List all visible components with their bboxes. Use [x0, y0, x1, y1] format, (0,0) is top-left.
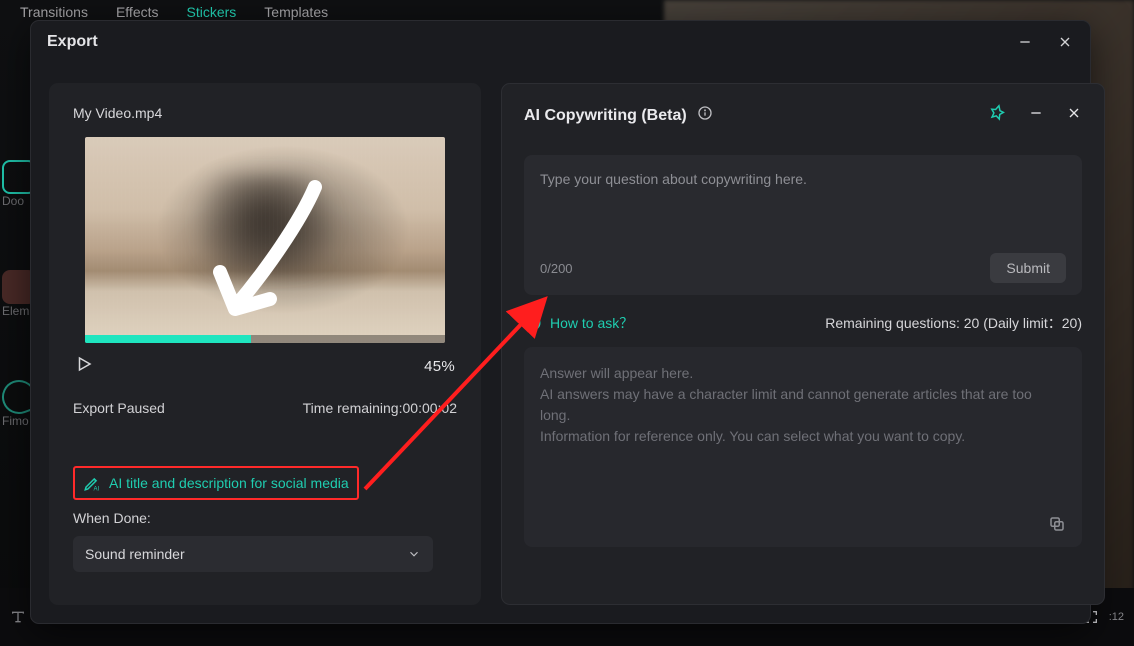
tab-transitions[interactable]: Transitions: [20, 4, 88, 20]
ai-close-button[interactable]: [1066, 105, 1082, 126]
ai-char-count: 0/200: [540, 261, 573, 276]
export-progress-track: [85, 335, 445, 343]
tab-effects[interactable]: Effects: [116, 4, 159, 20]
ai-prompt-input[interactable]: Type your question about copywriting her…: [524, 155, 1082, 295]
pin-button[interactable]: [988, 104, 1006, 127]
text-tool-icon[interactable]: [10, 609, 26, 625]
when-done-select[interactable]: Sound reminder: [73, 536, 433, 572]
ai-submit-button[interactable]: Submit: [990, 253, 1066, 283]
question-circle-icon: [524, 314, 542, 332]
export-modal-title: Export: [47, 33, 1016, 51]
timeline-end: :12: [1109, 611, 1124, 623]
play-button[interactable]: [75, 355, 93, 378]
remaining-questions: Remaining questions: 20 (Daily limit：20): [825, 313, 1082, 333]
how-to-ask-label: How to ask？: [550, 313, 633, 333]
export-modal: Export My Video.mp4: [30, 20, 1091, 624]
chevron-down-icon: [407, 547, 421, 561]
export-percent: 45%: [424, 358, 455, 375]
ai-panel-header: AI Copywriting (Beta): [524, 104, 1082, 127]
export-preview-thumbnail: [85, 137, 445, 343]
ai-social-media-link[interactable]: AI AI title and description for social m…: [73, 466, 359, 500]
export-status: Export Paused: [73, 400, 165, 416]
copy-answer-button[interactable]: [1048, 515, 1070, 537]
svg-text:AI: AI: [94, 487, 100, 493]
minimize-button[interactable]: [1016, 33, 1034, 51]
export-filename: My Video.mp4: [73, 105, 457, 121]
when-done-label: When Done:: [73, 510, 457, 526]
editor-top-tabs: Transitions Effects Stickers Templates: [20, 4, 328, 20]
ai-social-media-link-label: AI title and description for social medi…: [109, 475, 349, 491]
export-progress-panel: My Video.mp4 45% Expo: [49, 83, 481, 605]
export-modal-titlebar: Export: [31, 21, 1090, 63]
app-background: Transitions Effects Stickers Templates D…: [0, 0, 1134, 646]
ai-panel-title: AI Copywriting (Beta): [524, 107, 687, 125]
export-progress-bar: [85, 335, 251, 343]
ai-answer-box: Answer will appear here. AI answers may …: [524, 347, 1082, 547]
ai-prompt-placeholder: Type your question about copywriting her…: [540, 171, 1066, 187]
ai-minimize-button[interactable]: [1028, 105, 1044, 126]
tab-stickers[interactable]: Stickers: [187, 4, 237, 20]
export-time-remaining: Time remaining:00:00:02: [303, 400, 457, 416]
info-icon[interactable]: [697, 105, 713, 126]
tab-templates[interactable]: Templates: [264, 4, 328, 20]
ai-answer-placeholder: Answer will appear here. AI answers may …: [540, 363, 1066, 447]
ai-copywriting-panel: AI Copywriting (Beta): [501, 83, 1105, 605]
when-done-value: Sound reminder: [85, 546, 185, 562]
how-to-ask-link[interactable]: How to ask？: [524, 313, 633, 333]
close-button[interactable]: [1056, 33, 1074, 51]
ai-pencil-icon: AI: [83, 474, 101, 492]
doodle-arrow-overlay: [205, 177, 335, 327]
